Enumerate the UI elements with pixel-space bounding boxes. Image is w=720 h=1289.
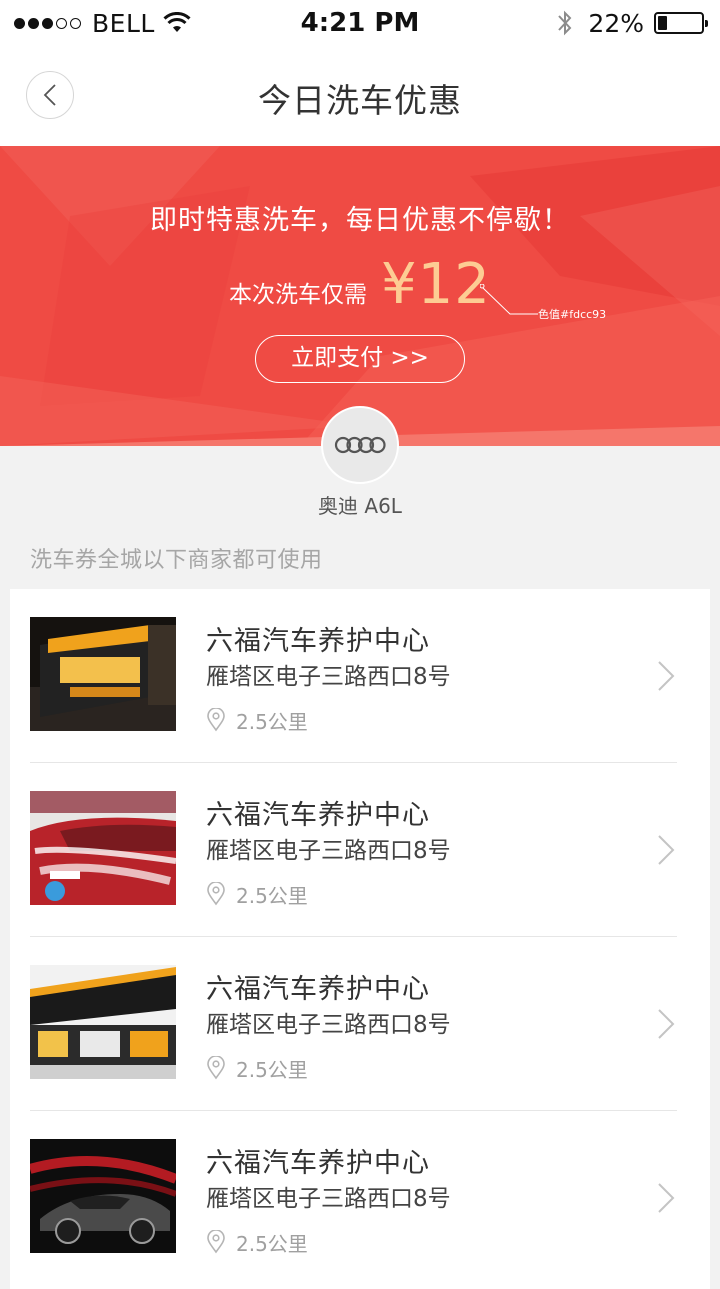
battery-icon: [654, 12, 708, 34]
chevron-right-icon: [658, 661, 675, 691]
shop-distance: 2.5公里: [206, 1229, 308, 1256]
chevron-right-icon: [658, 1009, 675, 1039]
shop-distance-value: 2.5公里: [236, 709, 308, 734]
shop-item[interactable]: 六福汽车养护中心 雁塔区电子三路西口8号 2.5公里: [30, 937, 677, 1111]
battery-level: [658, 16, 667, 30]
location-pin-icon: [207, 1230, 225, 1254]
shop-address: 雁塔区电子三路西口8号: [206, 1186, 451, 1212]
shop-name: 六福汽车养护中心: [206, 626, 430, 657]
status-bar: BELL 4:21 PM 22%: [0, 0, 720, 46]
car-logo: [321, 406, 399, 484]
shop-distance: 2.5公里: [206, 1055, 308, 1082]
price-label: 本次洗车仅需: [229, 281, 368, 308]
shop-distance-value: 2.5公里: [236, 1057, 308, 1082]
location-pin-icon: [207, 708, 225, 732]
shop-item[interactable]: 六福汽车养护中心 雁塔区电子三路西口8号 2.5公里: [30, 1111, 677, 1285]
status-right: 22%: [556, 6, 708, 40]
annotation-leader-line: [480, 284, 538, 315]
shop-distance: 2.5公里: [206, 881, 308, 908]
shop-name: 六福汽车养护中心: [206, 800, 430, 831]
chevron-right-icon: [658, 835, 675, 865]
pay-now-button[interactable]: 立即支付 >>: [255, 335, 465, 383]
shop-address: 雁塔区电子三路西口8号: [206, 664, 451, 690]
nav-bar: 今日洗车优惠: [0, 46, 720, 146]
shop-list: 六福汽车养护中心 雁塔区电子三路西口8号 2.5公里 六福汽车养护中心 雁塔区电…: [10, 589, 710, 1289]
location-pin-icon: [207, 1056, 225, 1080]
location-pin-icon: [207, 882, 225, 906]
shop-thumbnail: [30, 965, 176, 1079]
shop-thumbnail: [30, 617, 176, 731]
color-annotation: 色值#fdcc93: [538, 308, 607, 321]
shop-name: 六福汽车养护中心: [206, 1148, 430, 1179]
shop-address: 雁塔区电子三路西口8号: [206, 838, 451, 864]
shop-distance-value: 2.5公里: [236, 1231, 308, 1256]
section-note: 洗车券全城以下商家都可使用: [30, 548, 323, 573]
shop-name: 六福汽车养护中心: [206, 974, 430, 1005]
shop-item[interactable]: 六福汽车养护中心 雁塔区电子三路西口8号 2.5公里: [30, 589, 677, 763]
price-value: ¥12: [381, 252, 491, 317]
shop-thumbnail: [30, 1139, 176, 1253]
banner-price-row: 本次洗车仅需 ¥12: [0, 252, 720, 317]
chevron-right-icon: [658, 1183, 675, 1213]
shop-distance-value: 2.5公里: [236, 883, 308, 908]
shop-item[interactable]: 六福汽车养护中心 雁塔区电子三路西口8号 2.5公里: [30, 763, 677, 937]
bluetooth-icon: [558, 10, 572, 36]
battery-percent: 22%: [588, 8, 644, 38]
audi-logo-icon: [334, 436, 386, 454]
car-model-name: 奥迪 A6L: [318, 494, 402, 518]
shop-distance: 2.5公里: [206, 707, 308, 734]
page-title: 今日洗车优惠: [258, 81, 462, 120]
promo-banner: 即时特惠洗车，每日优惠不停歇！ 本次洗车仅需 ¥12 色值#fdcc93 立即支…: [0, 146, 720, 446]
banner-headline: 即时特惠洗车，每日优惠不停歇！: [150, 205, 570, 236]
shop-address: 雁塔区电子三路西口8号: [206, 1012, 451, 1038]
shop-thumbnail: [30, 791, 176, 905]
